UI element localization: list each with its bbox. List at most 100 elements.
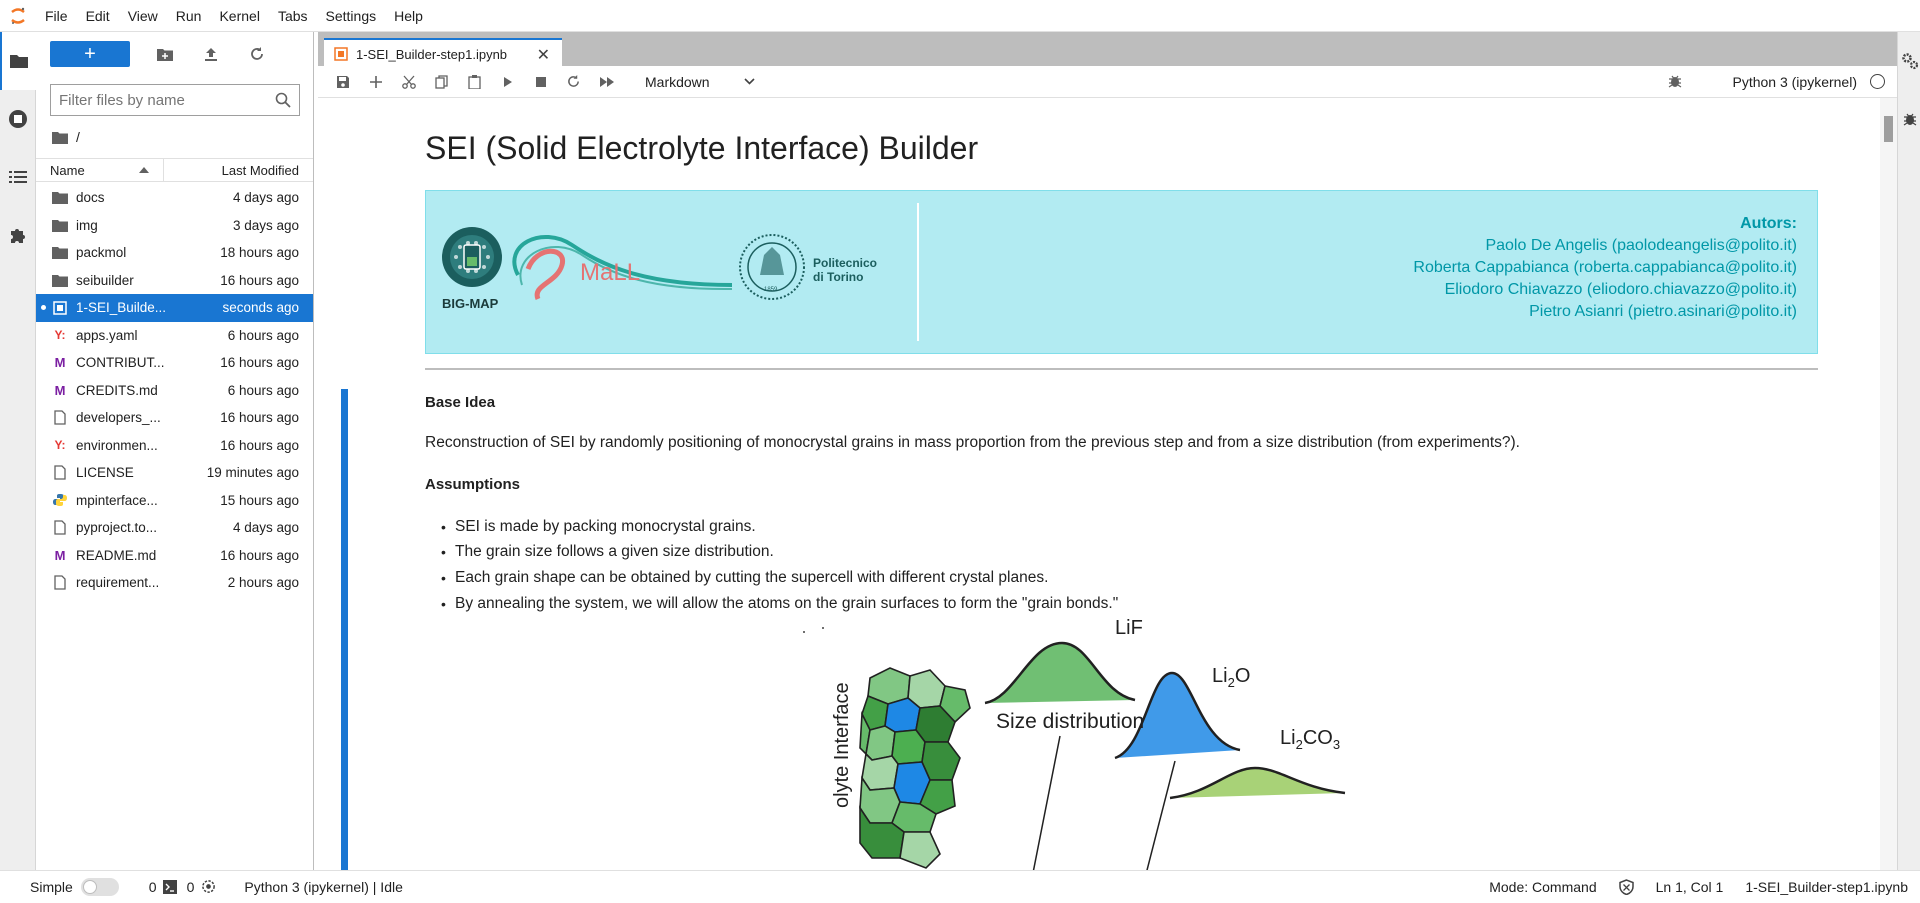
notebook-scrollbar[interactable] — [1880, 98, 1897, 870]
menu-edit[interactable]: Edit — [77, 0, 119, 32]
file-row[interactable]: Y: apps.yaml 6 hours ago — [36, 322, 313, 350]
author-line: Eliodoro Chiavazzo (eliodoro.chiavazzo@p… — [1444, 281, 1797, 298]
small-logo-icon: MaLL — [512, 234, 733, 300]
running-sessions-tab[interactable] — [0, 90, 36, 148]
file-filter-input[interactable] — [59, 91, 269, 109]
file-filter-field[interactable] — [50, 84, 300, 116]
file-row[interactable]: seibuilder 16 hours ago — [36, 267, 313, 295]
folder-icon[interactable] — [52, 131, 68, 144]
file-row[interactable]: img 3 days ago — [36, 212, 313, 240]
paste-cell-button[interactable] — [458, 70, 491, 94]
breadcrumb-root[interactable]: / — [76, 129, 80, 145]
menu-kernel[interactable]: Kernel — [210, 0, 268, 32]
file-list-header: Name Last Modified — [36, 158, 313, 182]
restart-run-all-button[interactable] — [590, 70, 623, 94]
kernels-count[interactable]: 0 — [187, 879, 217, 895]
new-folder-button[interactable] — [142, 41, 188, 67]
menu-help[interactable]: Help — [385, 0, 432, 32]
right-activity-bar — [1897, 32, 1920, 870]
toc-tab[interactable] — [0, 148, 36, 206]
left-activity-bar — [0, 32, 36, 870]
base-idea-heading: Base Idea — [425, 394, 496, 411]
file-name: seibuilder — [76, 272, 134, 288]
bug-icon[interactable] — [1667, 73, 1683, 89]
list-item: Each grain shape can be obtained by cutt… — [441, 565, 1118, 591]
bug-icon — [1903, 113, 1916, 126]
cut-icon — [401, 75, 416, 89]
insert-cell-button[interactable] — [359, 70, 392, 94]
file-row[interactable]: packmol 18 hours ago — [36, 239, 313, 267]
file-modified: 16 hours ago — [220, 437, 299, 453]
cut-cell-button[interactable] — [392, 70, 425, 94]
file-row[interactable]: mpinterface... 15 hours ago — [36, 487, 313, 515]
status-bar-right: Mode: Command Ln 1, Col 1 1-SEI_Builder-… — [1489, 871, 1908, 903]
toggle-switch[interactable] — [80, 877, 119, 896]
cell-type-select[interactable]: Markdown — [645, 70, 755, 94]
file-row[interactable]: docs 4 days ago — [36, 184, 313, 212]
file-row[interactable]: 1-SEI_Builde... seconds ago — [36, 294, 313, 322]
terminals-count[interactable]: 0 — [149, 879, 177, 895]
file-modified: 15 hours ago — [220, 492, 299, 508]
menu-settings[interactable]: Settings — [317, 0, 386, 32]
simple-mode-toggle[interactable]: Simple — [30, 877, 119, 896]
folder-icon — [10, 55, 28, 68]
shield-icon[interactable] — [1618, 879, 1634, 895]
tab-notebook[interactable]: 1-SEI_Builder-step1.ipynb ✕ — [324, 38, 562, 68]
file-modified: 4 days ago — [232, 190, 299, 206]
copy-cell-button[interactable] — [425, 70, 458, 94]
cursor-position[interactable]: Ln 1, Col 1 — [1656, 879, 1724, 895]
kernel-status-icon — [1870, 74, 1885, 89]
file-name: mpinterface... — [76, 492, 158, 508]
svg-text:BIG-MAP: BIG-MAP — [442, 296, 499, 311]
extensions-tab[interactable] — [0, 206, 36, 264]
debugger-tab[interactable] — [1898, 90, 1920, 148]
interrupt-kernel-button[interactable] — [524, 70, 557, 94]
run-cell-button[interactable] — [491, 70, 524, 94]
file-browser-tab[interactable] — [0, 32, 36, 90]
banner-divider — [917, 203, 919, 341]
save-button[interactable] — [326, 70, 359, 94]
jupyter-logo-icon — [0, 0, 36, 32]
file-row[interactable]: developers_... 16 hours ago — [36, 404, 313, 432]
file-row[interactable]: pyproject.to... 4 days ago — [36, 514, 313, 542]
notebook-panel: SEI (Solid Electrolyte Interface) Builde… — [318, 98, 1897, 870]
file-row[interactable]: M CREDITS.md 6 hours ago — [36, 377, 313, 405]
folder-icon — [52, 217, 68, 233]
scrollbar-thumb[interactable] — [1884, 116, 1893, 142]
kernel-status-text[interactable]: Python 3 (ipykernel) | Idle — [244, 879, 403, 895]
file-row[interactable]: M README.md 16 hours ago — [36, 542, 313, 570]
page-title: SEI (Solid Electrolyte Interface) Builde… — [425, 130, 979, 166]
file-name: CONTRIBUT... — [76, 355, 165, 371]
property-inspector-tab[interactable] — [1898, 32, 1920, 90]
file-row[interactable]: M CONTRIBUT... 16 hours ago — [36, 349, 313, 377]
file-name: README.md — [76, 547, 157, 563]
menu-bar: File Edit View Run Kernel Tabs Settings … — [0, 0, 1920, 32]
paste-icon — [468, 74, 481, 89]
new-launcher-button[interactable]: + — [50, 41, 130, 67]
file-icon — [52, 520, 68, 536]
assumptions-list: SEI is made by packing monocrystal grain… — [441, 514, 1118, 616]
file-row[interactable]: requirement... 2 hours ago — [36, 569, 313, 597]
upload-icon — [205, 48, 217, 61]
markdown-icon: M — [54, 547, 66, 563]
close-icon[interactable]: ✕ — [537, 45, 550, 65]
restart-kernel-button[interactable] — [557, 70, 590, 94]
menu-file[interactable]: File — [36, 0, 77, 32]
file-row[interactable]: Y: environmen... 16 hours ago — [36, 432, 313, 460]
file-row[interactable]: LICENSE 19 minutes ago — [36, 459, 313, 487]
upload-button[interactable] — [188, 41, 234, 67]
column-header-name[interactable]: Name — [36, 159, 164, 181]
authors-banner: BIG-MAP MaLL 1859 Politecnico di Torino — [425, 190, 1818, 354]
kernel-name-button[interactable]: Python 3 (ipykernel) — [1732, 74, 1857, 90]
svg-text:di Torino: di Torino — [813, 270, 863, 284]
svg-text:1859: 1859 — [764, 287, 778, 293]
cell-type-value: Markdown — [645, 73, 710, 90]
column-header-modified[interactable]: Last Modified — [164, 163, 313, 178]
menu-tabs[interactable]: Tabs — [269, 0, 317, 32]
running-icon — [9, 110, 27, 128]
polito-logo-icon: 1859 Politecnico di Torino — [739, 234, 877, 300]
menu-view[interactable]: View — [119, 0, 167, 32]
file-name: LICENSE — [76, 465, 134, 481]
menu-run[interactable]: Run — [167, 0, 211, 32]
refresh-button[interactable] — [234, 41, 280, 67]
